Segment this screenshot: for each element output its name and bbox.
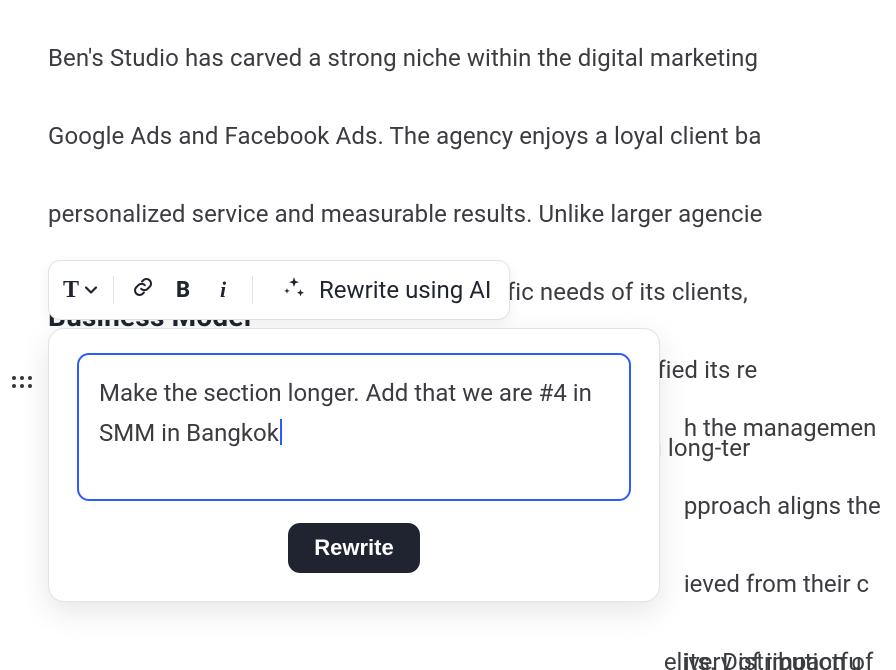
rewrite-ai-label: Rewrite using AI [319,276,491,304]
background-paragraph-bottom[interactable]: elivery of impactfu [640,604,861,670]
chevron-down-icon [83,282,99,298]
ai-rewrite-panel: Make the section longer. Add that we are… [48,328,660,602]
bg-line: h the managemen [684,414,877,442]
floating-text-toolbar: T B i [48,260,510,320]
link-button[interactable] [128,272,158,308]
text-style-dropdown[interactable]: T [63,272,99,308]
bg-line: elivery of impactfu [664,648,862,670]
text-style-icon: T [63,277,79,304]
drag-handle-icon[interactable] [10,370,34,394]
rewrite-button[interactable]: Rewrite [288,523,419,573]
rewrite-using-ai-button[interactable]: Rewrite using AI [281,274,495,306]
ai-prompt-value: Make the section longer. Add that we are… [99,379,592,447]
sparkles-icon [281,274,307,306]
bg-line: pproach aligns the [684,492,881,520]
paragraph-line: Google Ads and Facebook Ads. The agency … [48,122,761,150]
italic-icon: i [220,277,226,303]
italic-button[interactable]: i [208,272,238,308]
toolbar-divider [252,276,253,304]
link-icon [132,276,154,304]
toolbar-divider [113,276,114,304]
ai-prompt-input[interactable]: Make the section longer. Add that we are… [77,353,631,501]
paragraph-line: Ben's Studio has carved a strong niche w… [48,44,758,72]
paragraph-line: personalized service and measurable resu… [48,200,762,228]
bold-button[interactable]: B [168,272,198,308]
bg-line: ieved from their c [684,570,869,598]
bold-icon: B [176,278,190,303]
text-caret [280,419,282,445]
